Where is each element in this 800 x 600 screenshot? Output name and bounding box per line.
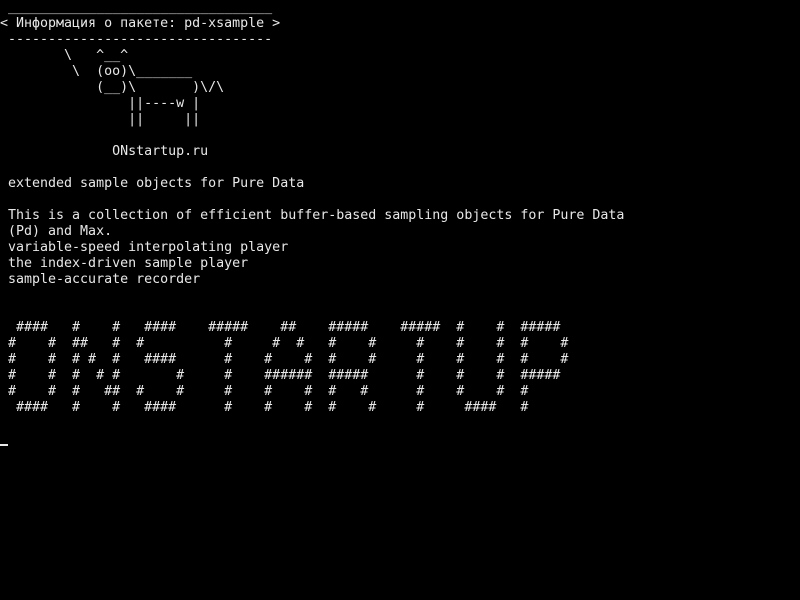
cow-art-line-3: (__)\ )\/\	[0, 80, 225, 95]
banner-row-1: #### # # #### ##### ## ##### ##### # # #…	[0, 320, 561, 335]
package-summary: extended sample objects for Pure Data	[0, 176, 305, 191]
banner-row-6: #### # # #### # # # # # # #### #	[0, 400, 529, 415]
package-feature-1: variable-speed interpolating player	[0, 240, 289, 255]
banner-row-2: # # ## # # # # # # # # # # # #	[0, 336, 569, 351]
banner-row-4: # # # # # # # ###### ##### # # # #####	[0, 368, 561, 383]
package-feature-3: sample-accurate recorder	[0, 272, 201, 287]
site-name: ONstartup.ru	[0, 144, 209, 159]
banner-row-5: # # # ## # # # # # # # # # # #	[0, 384, 529, 399]
cowsay-message: < Информация о пакете: pd-xsample >	[0, 16, 281, 31]
cowsay-border-bottom: ---------------------------------	[0, 32, 281, 47]
package-description-1: This is a collection of efficient buffer…	[0, 208, 625, 223]
cow-art-line-4: ||----w |	[0, 96, 201, 111]
terminal-screen: _________________________________ < Инфо…	[0, 0, 800, 600]
cow-art-line-1: \ ^__^	[0, 48, 129, 63]
package-description-2: (Pd) and Max.	[0, 224, 113, 239]
cow-art-line-5: || ||	[0, 112, 201, 127]
cow-art-line-2: \ (oo)\_______	[0, 64, 193, 79]
package-feature-2: the index-driven sample player	[0, 256, 249, 271]
text-cursor[interactable]	[0, 444, 8, 446]
banner-row-3: # # # # # #### # # # # # # # # # #	[0, 352, 569, 367]
cowsay-border-top: _________________________________	[0, 0, 281, 15]
